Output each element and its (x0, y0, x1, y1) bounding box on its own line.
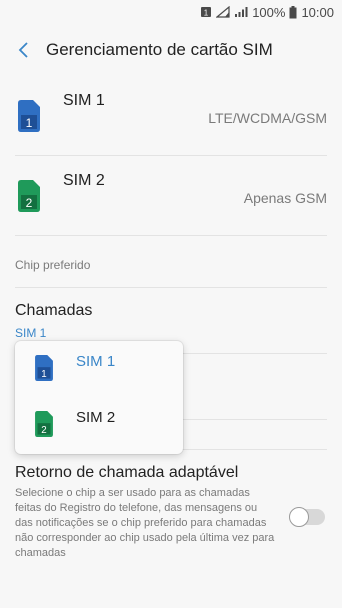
svg-text:2: 2 (41, 425, 46, 436)
sim-2-row[interactable]: 2 SIM 2 Apenas GSM (15, 156, 327, 236)
sim-card-2-icon: 2 (35, 411, 53, 442)
svg-text:1: 1 (41, 369, 46, 380)
adaptive-callback-toggle[interactable] (289, 507, 325, 527)
popup-option-sim-2[interactable]: 2 SIM 2 (15, 397, 183, 453)
sim-select-popup: 1 SIM 1 2 SIM 2 (15, 341, 183, 454)
sim-card-1-icon: 1 (18, 100, 40, 137)
adaptive-callback-row[interactable]: Retorno de chamada adaptável Selecione o… (15, 464, 327, 561)
sim-1-name: SIM 1 (63, 92, 105, 109)
sim-indicator-icon: 1 (200, 6, 212, 18)
signal-sim1-icon (216, 6, 230, 18)
clock: 10:00 (301, 4, 334, 20)
popup-option-sim-1-label: SIM 1 (76, 353, 116, 370)
back-button[interactable] (10, 36, 38, 64)
status-bar: 1 100% 10:00 (0, 0, 342, 24)
battery-percentage: 100% (252, 4, 286, 20)
sim-2-network: Apenas GSM (243, 190, 327, 206)
svg-text:1: 1 (26, 116, 33, 130)
sim-2-name: SIM 2 (63, 172, 105, 189)
calls-label: Chamadas (15, 302, 93, 319)
svg-text:2: 2 (26, 196, 33, 210)
popup-option-sim-2-label: SIM 2 (76, 409, 116, 426)
sim-card-2-icon: 2 (18, 180, 40, 217)
svg-text:1: 1 (204, 9, 209, 18)
adaptive-callback-description: Selecione o chip a ser usado para as cha… (15, 487, 275, 559)
app-bar: Gerenciamento de cartão SIM (0, 24, 342, 76)
signal-sim2-icon (234, 6, 248, 18)
sim-card-1-icon: 1 (35, 355, 53, 386)
toggle-knob (289, 507, 309, 527)
chevron-left-icon (18, 42, 28, 58)
battery-icon (289, 5, 297, 19)
adaptive-callback-label: Retorno de chamada adaptável (15, 464, 239, 481)
preferred-sim-header: Chip preferido (15, 236, 327, 288)
sim-1-row[interactable]: 1 SIM 1 LTE/WCDMA/GSM (15, 76, 327, 156)
calls-value: SIM 1 (15, 326, 47, 340)
sim-1-network: LTE/WCDMA/GSM (208, 110, 327, 126)
page-title: Gerenciamento de cartão SIM (46, 40, 273, 59)
popup-option-sim-1[interactable]: 1 SIM 1 (15, 341, 183, 397)
